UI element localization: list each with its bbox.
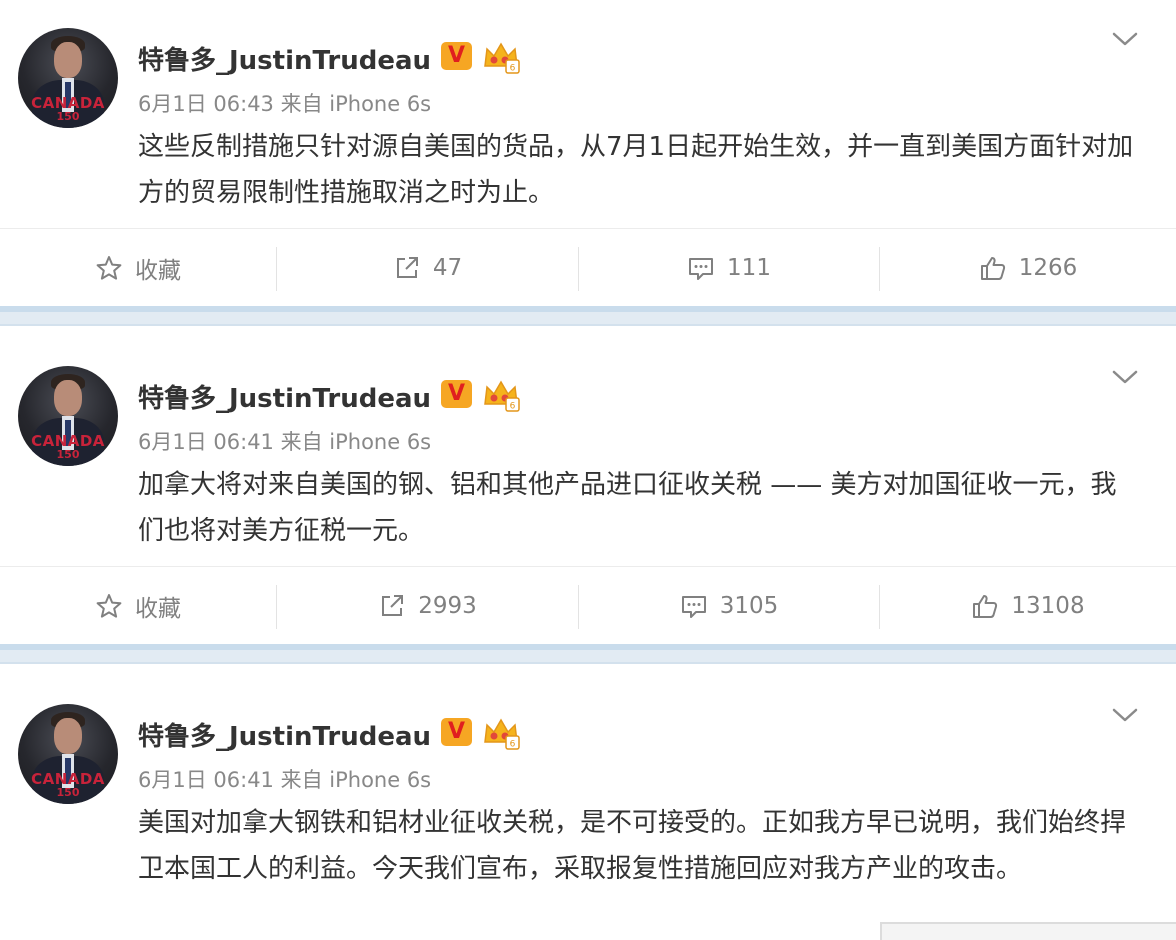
post-meta: 6月1日 06:41 来自 iPhone 6s xyxy=(138,768,432,792)
post-meta: 6月1日 06:43 来自 iPhone 6s xyxy=(138,92,432,116)
comment-count: 3105 xyxy=(719,593,779,619)
comment-icon xyxy=(689,258,714,280)
post-separator xyxy=(0,306,1176,326)
thumbs-up-icon xyxy=(973,595,998,618)
chevron-down-icon[interactable] xyxy=(1110,704,1140,726)
svg-text:6: 6 xyxy=(510,64,516,74)
post-card: CANADA 150 特鲁多_JustinTrudeau V 6 6月1日 06… xyxy=(0,326,1176,645)
avatar-caption-number: 150 xyxy=(56,448,80,461)
star-icon xyxy=(96,256,122,280)
username[interactable]: 特鲁多_JustinTrudeau xyxy=(138,716,431,753)
post-content: 这些反制措施只针对源自美国的货品，从7月1日起开始生效，并一直到美国方面针对加方… xyxy=(138,132,1134,208)
favorite-button[interactable]: 收藏 xyxy=(0,229,276,307)
action-bar: 收藏 2993 3105 13108 xyxy=(0,566,1176,645)
post-card: CANADA 150 特鲁多_JustinTrudeau V 6 6月1日 06… xyxy=(0,664,1176,938)
svg-text:6: 6 xyxy=(510,402,516,412)
avatar[interactable]: CANADA 150 xyxy=(18,28,118,128)
comment-icon xyxy=(681,596,706,618)
favorite-label: 收藏 xyxy=(135,596,181,622)
username[interactable]: 特鲁多_JustinTrudeau xyxy=(138,378,431,415)
crown-icon[interactable]: 6 xyxy=(482,40,520,74)
repost-icon xyxy=(396,257,418,278)
thumbs-up-icon xyxy=(980,257,1005,280)
comment-button[interactable]: 111 xyxy=(579,229,879,307)
comment-count: 111 xyxy=(727,255,771,281)
post-card: CANADA 150 特鲁多_JustinTrudeau V 6 6月1日 06… xyxy=(0,0,1176,307)
avatar[interactable]: CANADA 150 xyxy=(18,704,118,804)
repost-count: 47 xyxy=(432,255,463,281)
avatar-caption-number: 150 xyxy=(56,110,80,123)
chevron-down-icon[interactable] xyxy=(1110,366,1140,388)
like-count: 1266 xyxy=(1018,255,1078,281)
svg-text:6: 6 xyxy=(510,740,516,750)
verified-badge[interactable]: V xyxy=(441,42,472,70)
post-content: 加拿大将对来自美国的钢、铝和其他产品进口征收关税 —— 美方对加国征收一元，我们… xyxy=(138,470,1117,546)
post-separator xyxy=(0,644,1176,664)
crown-icon[interactable]: 6 xyxy=(482,716,520,750)
like-count: 13108 xyxy=(1011,593,1085,619)
username[interactable]: 特鲁多_JustinTrudeau xyxy=(138,40,431,77)
repost-button[interactable]: 47 xyxy=(277,229,578,307)
post-content: 美国对加拿大钢铁和铝材业征收关税，是不可接受的。正如我方早已说明，我们始终捍卫本… xyxy=(138,808,1127,884)
favorite-label: 收藏 xyxy=(135,258,181,284)
post-meta: 6月1日 06:41 来自 iPhone 6s xyxy=(138,430,432,454)
repost-button[interactable]: 2993 xyxy=(277,567,578,645)
action-bar: 收藏 47 111 1266 xyxy=(0,228,1176,307)
avatar-caption-number: 150 xyxy=(56,786,80,799)
overlay-panel-edge xyxy=(880,922,1176,940)
comment-button[interactable]: 3105 xyxy=(579,567,879,645)
verified-badge[interactable]: V xyxy=(441,718,472,746)
star-icon xyxy=(96,594,122,618)
verified-badge[interactable]: V xyxy=(441,380,472,408)
chevron-down-icon[interactable] xyxy=(1110,28,1140,50)
crown-icon[interactable]: 6 xyxy=(482,378,520,412)
like-button[interactable]: 1266 xyxy=(880,229,1176,307)
repost-icon xyxy=(382,595,404,616)
favorite-button[interactable]: 收藏 xyxy=(0,567,276,645)
repost-count: 2993 xyxy=(418,593,477,619)
like-button[interactable]: 13108 xyxy=(880,567,1176,645)
avatar[interactable]: CANADA 150 xyxy=(18,366,118,466)
